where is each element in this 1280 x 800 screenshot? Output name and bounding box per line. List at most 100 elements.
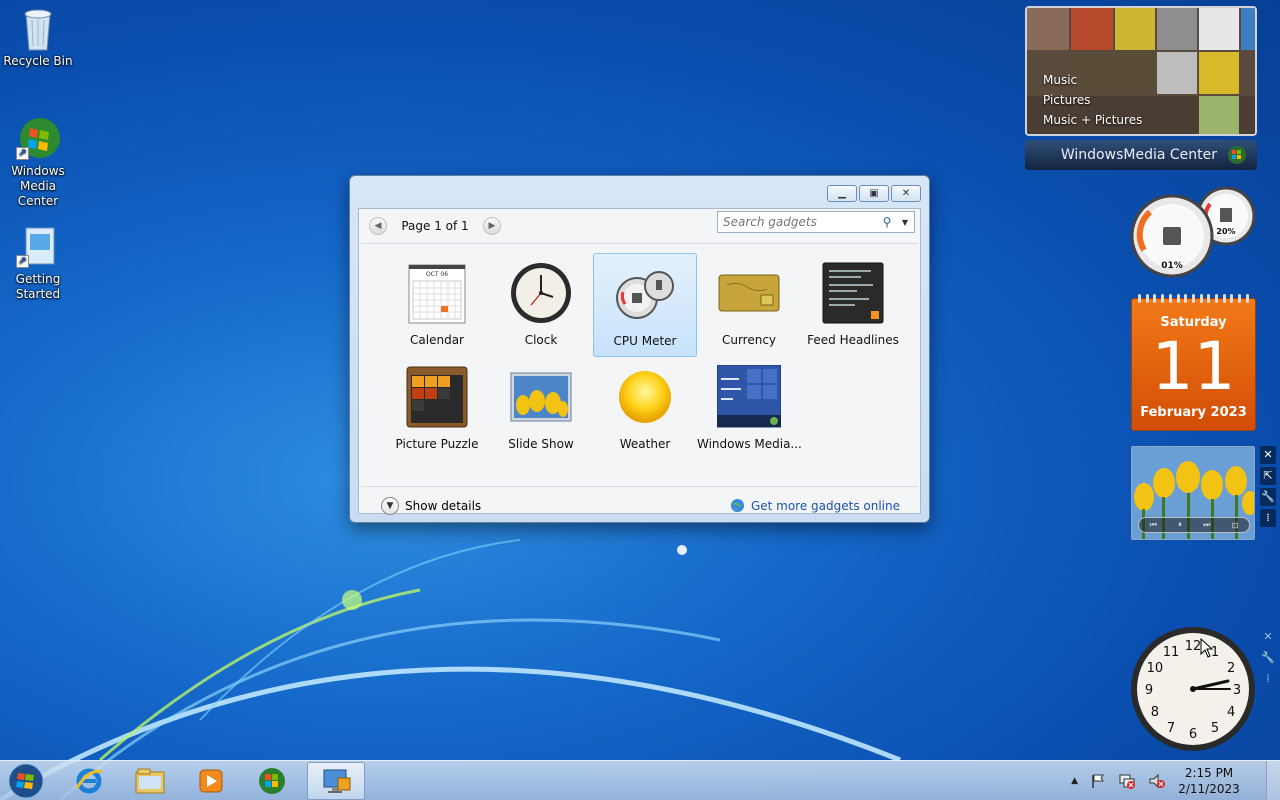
clock-number: 10 bbox=[1147, 661, 1164, 676]
gadget-item-cpu-meter[interactable]: CPU Meter bbox=[593, 253, 697, 357]
wmc-tiles: Music Pictures Music + Pictures bbox=[1025, 6, 1257, 136]
media-player-icon bbox=[199, 769, 223, 793]
calendar-rings bbox=[1138, 294, 1249, 303]
desktop-icon-label: Recycle Bin bbox=[3, 54, 73, 68]
minimize-button[interactable]: ▁ bbox=[827, 185, 857, 202]
wmc-gadget[interactable]: Music Pictures Music + Pictures Windows … bbox=[1025, 6, 1257, 170]
clock-gadget[interactable]: 12 1234567891011 bbox=[1130, 626, 1256, 752]
clock-number: 11 bbox=[1163, 645, 1180, 660]
chevron-down-icon[interactable]: ▼ bbox=[896, 218, 914, 227]
close-button[interactable]: ✕ bbox=[891, 185, 921, 202]
desktop-icon-getting-started[interactable]: ↗ Getting Started bbox=[0, 224, 76, 302]
gadget-item-label: Windows Media... bbox=[697, 437, 802, 451]
chevron-down-icon: ▼ bbox=[381, 497, 399, 515]
calendar-thumb-month: OCT 06 bbox=[426, 271, 448, 278]
gadget-item-currency[interactable]: Currency bbox=[697, 253, 801, 357]
slide-show-icon bbox=[509, 365, 573, 429]
desktop-icon-label: Windows Media Center bbox=[11, 164, 65, 208]
taskbar: ▲ 2:15 PM 2/11/2023 bbox=[0, 760, 1280, 800]
slide-show-controls: ⏮ ⏸ ⏭ ⊡ bbox=[1138, 517, 1250, 533]
gadget-item-label: Calendar bbox=[410, 333, 464, 347]
currency-icon bbox=[717, 261, 781, 325]
gadget-item-windows-media-center[interactable]: Windows Media... bbox=[697, 357, 802, 461]
taskbar-windows-media-player[interactable] bbox=[182, 762, 240, 800]
wmc-title-windows: Windows bbox=[1060, 147, 1124, 163]
wmc-menu: Music Pictures Music + Pictures bbox=[1043, 70, 1142, 130]
gadget-item-feed-headlines[interactable]: Feed Headlines bbox=[801, 253, 905, 357]
gadget-item-label: Slide Show bbox=[508, 437, 574, 451]
gadget-item-calendar[interactable]: OCT 06 Calendar bbox=[385, 253, 489, 357]
start-button[interactable] bbox=[6, 762, 46, 800]
cpu-meter-icon bbox=[613, 262, 677, 326]
larger-size-icon[interactable]: ⇱ bbox=[1260, 467, 1276, 485]
recycle-bin-icon bbox=[16, 6, 60, 51]
calendar-month-year: February 2023 bbox=[1140, 405, 1247, 420]
windows-media-center-icon bbox=[259, 768, 285, 794]
gadgets-icon bbox=[323, 769, 351, 793]
weather-icon bbox=[613, 365, 677, 429]
wmc-menu-music-pictures[interactable]: Music + Pictures bbox=[1043, 110, 1142, 130]
previous-page-button[interactable]: ◀ bbox=[369, 217, 387, 235]
slide-show-toolbar: ✕ ⇱ 🔧 ⁞ bbox=[1260, 446, 1278, 527]
show-details-toggle[interactable]: ▼ Show details bbox=[381, 497, 481, 515]
calendar-day: 11 bbox=[1151, 328, 1236, 405]
drag-handle-icon[interactable]: ⁞ bbox=[1260, 670, 1276, 688]
next-icon[interactable]: ⏭ bbox=[1203, 520, 1210, 530]
pager-label: Page 1 of 1 bbox=[401, 219, 469, 233]
close-icon[interactable]: ✕ bbox=[1260, 446, 1276, 464]
slide-show-gadget[interactable]: ⏮ ⏸ ⏭ ⊡ bbox=[1131, 446, 1255, 540]
taskbar-gadgets[interactable] bbox=[307, 762, 365, 800]
volume-muted-icon[interactable] bbox=[1148, 773, 1166, 789]
internet-explorer-icon bbox=[75, 768, 103, 794]
windows-media-center-gadget-icon bbox=[716, 364, 782, 429]
gadget-item-label: Weather bbox=[619, 437, 671, 451]
gadget-item-clock[interactable]: Clock bbox=[489, 253, 593, 357]
gadget-item-slide-show[interactable]: Slide Show bbox=[489, 357, 593, 461]
action-center-flag-icon[interactable] bbox=[1090, 773, 1106, 789]
wmc-menu-pictures[interactable]: Pictures bbox=[1043, 90, 1142, 110]
search-icon[interactable]: ⚲ bbox=[878, 215, 896, 229]
drag-handle-icon[interactable]: ⁞ bbox=[1260, 509, 1276, 527]
network-disconnected-icon[interactable] bbox=[1118, 773, 1136, 789]
close-icon[interactable]: ✕ bbox=[1260, 628, 1276, 646]
wmc-menu-music[interactable]: Music bbox=[1043, 70, 1142, 90]
gadget-item-label: CPU Meter bbox=[613, 334, 677, 348]
taskbar-date: 2/11/2023 bbox=[1178, 782, 1240, 796]
show-desktop-button[interactable] bbox=[1266, 761, 1280, 800]
clock-number: 5 bbox=[1211, 721, 1219, 736]
cpu-meter-gadget[interactable]: 01% 20% bbox=[1130, 186, 1256, 278]
taskbar-windows-explorer[interactable] bbox=[121, 762, 179, 800]
taskbar-windows-media-center[interactable] bbox=[243, 762, 301, 800]
cpu-usage-label: 01% bbox=[1161, 261, 1183, 271]
get-more-gadgets-link[interactable]: Get more gadgets online bbox=[730, 498, 900, 513]
pause-icon[interactable]: ⏸ bbox=[1178, 520, 1182, 530]
calendar-gadget[interactable]: Saturday 11 February 2023 bbox=[1131, 294, 1256, 431]
calendar-icon: OCT 06 bbox=[405, 261, 469, 325]
gadget-item-picture-puzzle[interactable]: Picture Puzzle bbox=[385, 357, 489, 461]
gadget-item-weather[interactable]: Weather bbox=[593, 357, 697, 461]
desktop-icon-windows-media-center[interactable]: ↗ Windows Media Center bbox=[0, 116, 76, 209]
globe-icon bbox=[730, 498, 744, 513]
wmc-title-bar: Windows Media Center bbox=[1025, 140, 1257, 170]
clock-number: 7 bbox=[1167, 721, 1175, 736]
view-icon[interactable]: ⊡ bbox=[1232, 521, 1239, 530]
taskbar-internet-explorer[interactable] bbox=[60, 762, 118, 800]
divider bbox=[361, 486, 918, 487]
clock-toolbar: ✕ 🔧 ⁞ bbox=[1260, 628, 1278, 688]
picture-puzzle-icon bbox=[405, 365, 469, 429]
next-page-button[interactable]: ▶ bbox=[483, 217, 501, 235]
clock-number: 12 bbox=[1185, 639, 1202, 654]
restore-button[interactable]: ▣ bbox=[859, 185, 889, 202]
get-more-gadgets-label: Get more gadgets online bbox=[750, 498, 900, 513]
previous-icon[interactable]: ⏮ bbox=[1150, 520, 1157, 530]
options-wrench-icon[interactable]: 🔧 bbox=[1260, 649, 1276, 667]
desktop-icon-recycle-bin[interactable]: Recycle Bin bbox=[0, 6, 76, 69]
search-box: ⚲ ▼ bbox=[717, 211, 915, 233]
taskbar-time: 2:15 PM bbox=[1184, 766, 1234, 780]
show-details-label: Show details bbox=[405, 499, 482, 513]
options-wrench-icon[interactable]: 🔧 bbox=[1260, 488, 1276, 506]
show-hidden-icons-icon[interactable]: ▲ bbox=[1071, 776, 1078, 786]
gadget-item-label: Feed Headlines bbox=[807, 333, 899, 347]
taskbar-clock[interactable]: 2:15 PM 2/11/2023 bbox=[1178, 765, 1240, 797]
search-input[interactable] bbox=[718, 215, 878, 229]
